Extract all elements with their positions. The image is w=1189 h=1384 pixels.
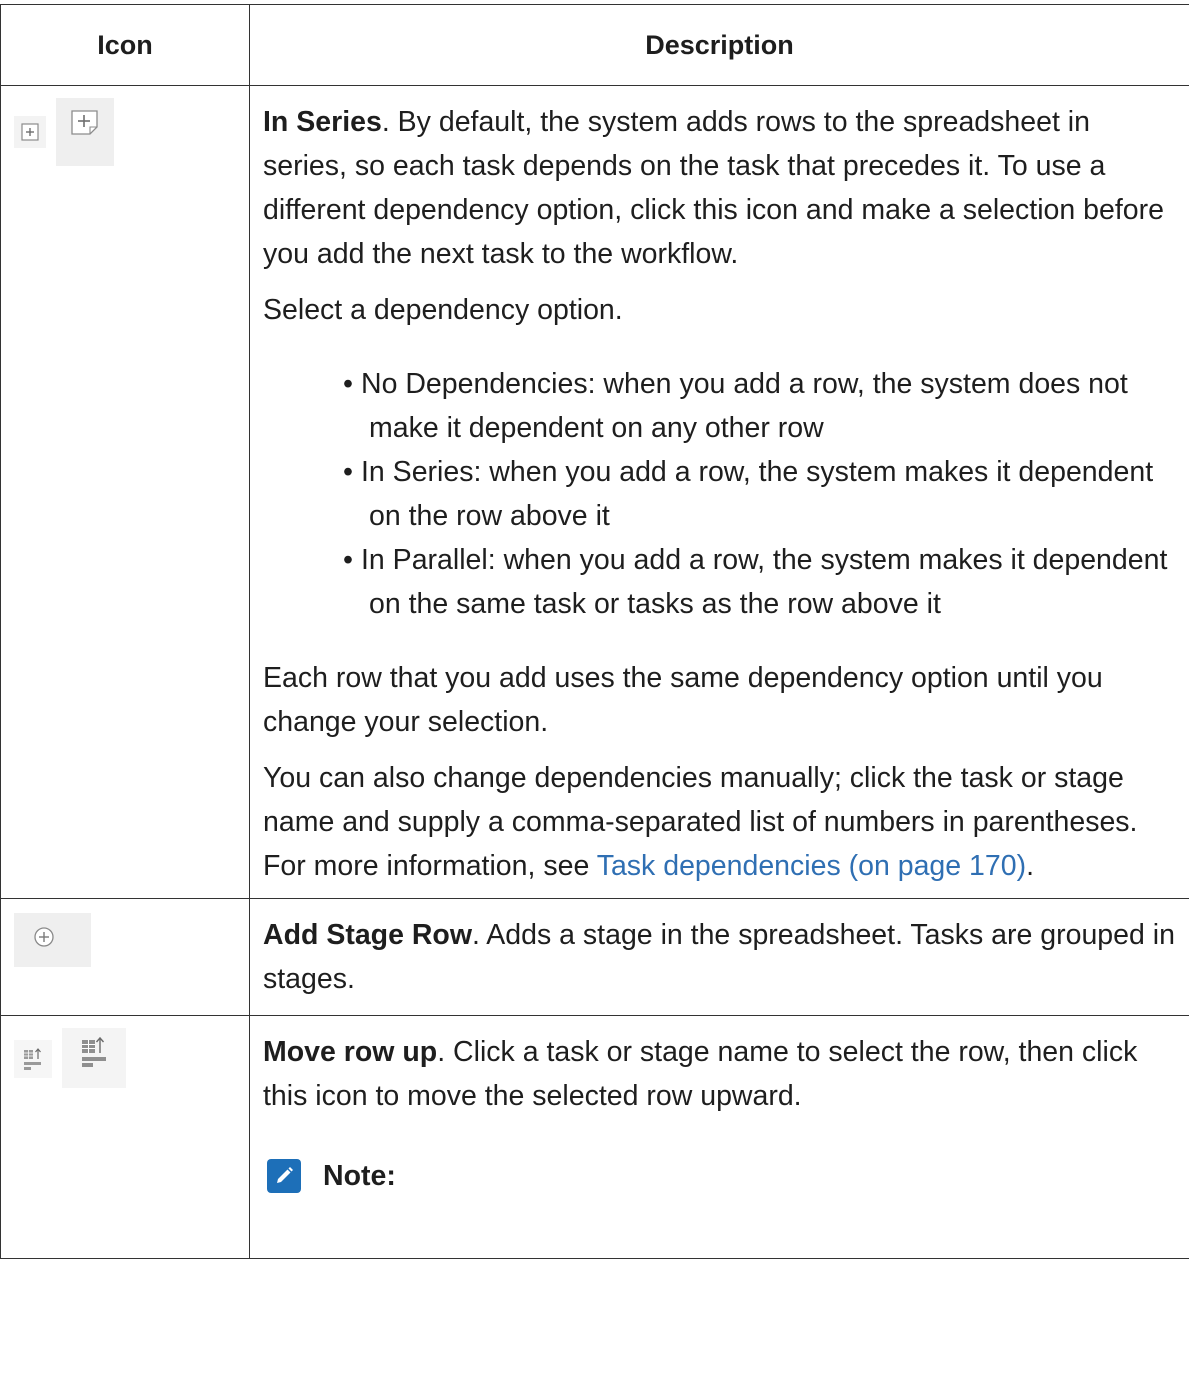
add-stage-title: Add Stage Row [263, 919, 473, 951]
move-row-up-large-icon [61, 1028, 126, 1088]
option-text: In Series: when you add a row, the syste… [361, 456, 1154, 532]
move-up-paragraph: Move row up. Click a task or stage name … [263, 1030, 1181, 1118]
select-option-text: Select a dependency option. [263, 294, 623, 326]
task-dependencies-link[interactable]: Task dependencies (on page 170) [597, 850, 1026, 882]
note-block: Note: [263, 1154, 1181, 1198]
option-text: In Parallel: when you add a row, the sys… [361, 544, 1168, 620]
in-series-intro: . By default, the system adds rows to th… [263, 106, 1164, 270]
link-suffix: . [1026, 850, 1035, 882]
description-cell: In Series. By default, the system adds r… [249, 85, 1189, 899]
in-series-title: In Series [263, 106, 382, 138]
dependency-options-list: • No Dependencies: when you add a row, th… [263, 362, 1181, 626]
description-cell: Move row up. Click a task or stage name … [249, 1015, 1189, 1259]
icon-cell [0, 85, 250, 899]
table-row-move-up: Move row up. Click a task or stage name … [0, 1015, 1189, 1259]
icon-cell [0, 898, 250, 1016]
description-cell: Add Stage Row. Adds a stage in the sprea… [249, 898, 1189, 1016]
manual-dependencies-paragraph: You can also change dependencies manuall… [263, 756, 1181, 888]
description-column-header: Description [249, 4, 1189, 86]
note-label: Note: [323, 1160, 396, 1192]
note-pencil-icon [267, 1159, 301, 1193]
option-text: No Dependencies: when you add a row, the… [361, 368, 1128, 444]
move-up-title: Move row up [263, 1036, 438, 1068]
table-row-in-series: In Series. By default, the system adds r… [0, 85, 1189, 899]
move-row-up-small-icon [14, 1040, 52, 1078]
table-row-add-stage: Add Stage Row. Adds a stage in the sprea… [0, 898, 1189, 1016]
in-series-paragraph: In Series. By default, the system adds r… [263, 100, 1181, 276]
add-stage-icon [14, 913, 91, 967]
add-stage-paragraph: Add Stage Row. Adds a stage in the sprea… [263, 913, 1181, 1001]
list-item: • No Dependencies: when you add a row, th… [343, 368, 1128, 444]
table-header-row: Icon Description [0, 4, 1189, 86]
list-item: • In Series: when you add a row, the syst… [343, 456, 1154, 532]
icon-column-header: Icon [0, 4, 250, 86]
list-item: • In Parallel: when you add a row, the sy… [343, 544, 1168, 620]
each-row-text: Each row that you add uses the same depe… [263, 662, 1103, 738]
icon-cell [0, 1015, 250, 1259]
icon-description-table: Icon Description In Series. By default, … [0, 4, 1189, 1259]
add-in-series-small-icon [14, 116, 46, 148]
add-in-series-large-icon [55, 98, 114, 166]
